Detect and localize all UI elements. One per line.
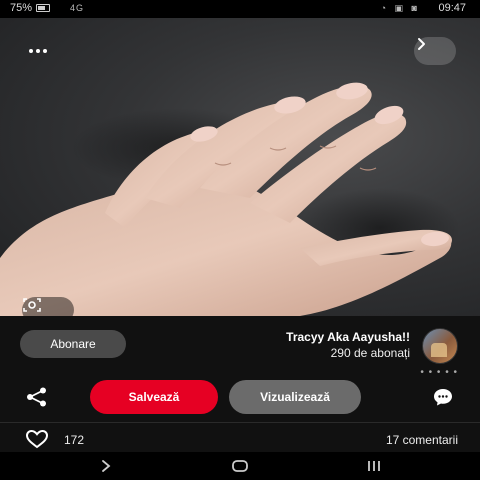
- back-button[interactable]: [414, 37, 456, 65]
- comments-count[interactable]: 17 comentarii: [386, 433, 458, 447]
- visit-button[interactable]: Vizualizează: [229, 380, 361, 414]
- status-bar: 75% 4G ◔ ▣ ◙ 09:47: [0, 0, 480, 18]
- signal-icon: 4G: [70, 3, 85, 13]
- action-row: Salvează Vizualizează: [0, 380, 480, 414]
- stats-row: 172 17 comentarii: [0, 426, 480, 452]
- nav-back-icon: [102, 460, 111, 472]
- page-indicator: • • • • •: [420, 367, 458, 378]
- follower-count: 290 de abonați: [330, 346, 410, 360]
- divider: [0, 422, 480, 423]
- share-icon: [27, 387, 46, 407]
- nav-recents-icon: [368, 461, 380, 471]
- more-dots-icon: [29, 49, 33, 53]
- like-count: 172: [64, 433, 85, 447]
- avatar[interactable]: [422, 328, 458, 364]
- chevron-left-icon: [418, 38, 425, 50]
- nav-home-button[interactable]: [230, 458, 250, 474]
- more-dot: [36, 49, 40, 53]
- nav-back-button[interactable]: [96, 456, 116, 476]
- status-time: 09:47: [438, 2, 466, 14]
- battery-indicator: 75%: [10, 2, 51, 14]
- more-options-button[interactable]: [22, 42, 54, 60]
- hand-illustration: [0, 82, 460, 316]
- save-button[interactable]: Salvează: [90, 380, 218, 414]
- notification-icons: ◔ ▣ ◙: [380, 3, 420, 13]
- more-dot: [43, 49, 47, 53]
- follow-button[interactable]: Abonare: [20, 330, 126, 358]
- comment-icon: [434, 389, 452, 406]
- creator-name[interactable]: Tracyy Aka Aayusha!!: [286, 330, 410, 344]
- creator-row: Tracyy Aka Aayusha!! 290 de abonați Abon…: [0, 322, 480, 368]
- nav-recents-button[interactable]: [364, 457, 384, 475]
- system-nav-bar: [0, 452, 480, 480]
- heart-icon: [25, 429, 49, 449]
- pin-image[interactable]: [0, 18, 480, 316]
- battery-percent: 75%: [10, 2, 33, 14]
- comment-button[interactable]: [426, 384, 460, 410]
- share-button[interactable]: [20, 384, 54, 410]
- battery-icon: [36, 4, 51, 12]
- visual-search-icon: [23, 298, 41, 312]
- pin-details-sheet: Tracyy Aka Aayusha!! 290 de abonați Abon…: [0, 316, 480, 452]
- nav-home-icon: [232, 460, 248, 472]
- visual-search-button[interactable]: [22, 297, 74, 316]
- like-button[interactable]: [22, 428, 52, 450]
